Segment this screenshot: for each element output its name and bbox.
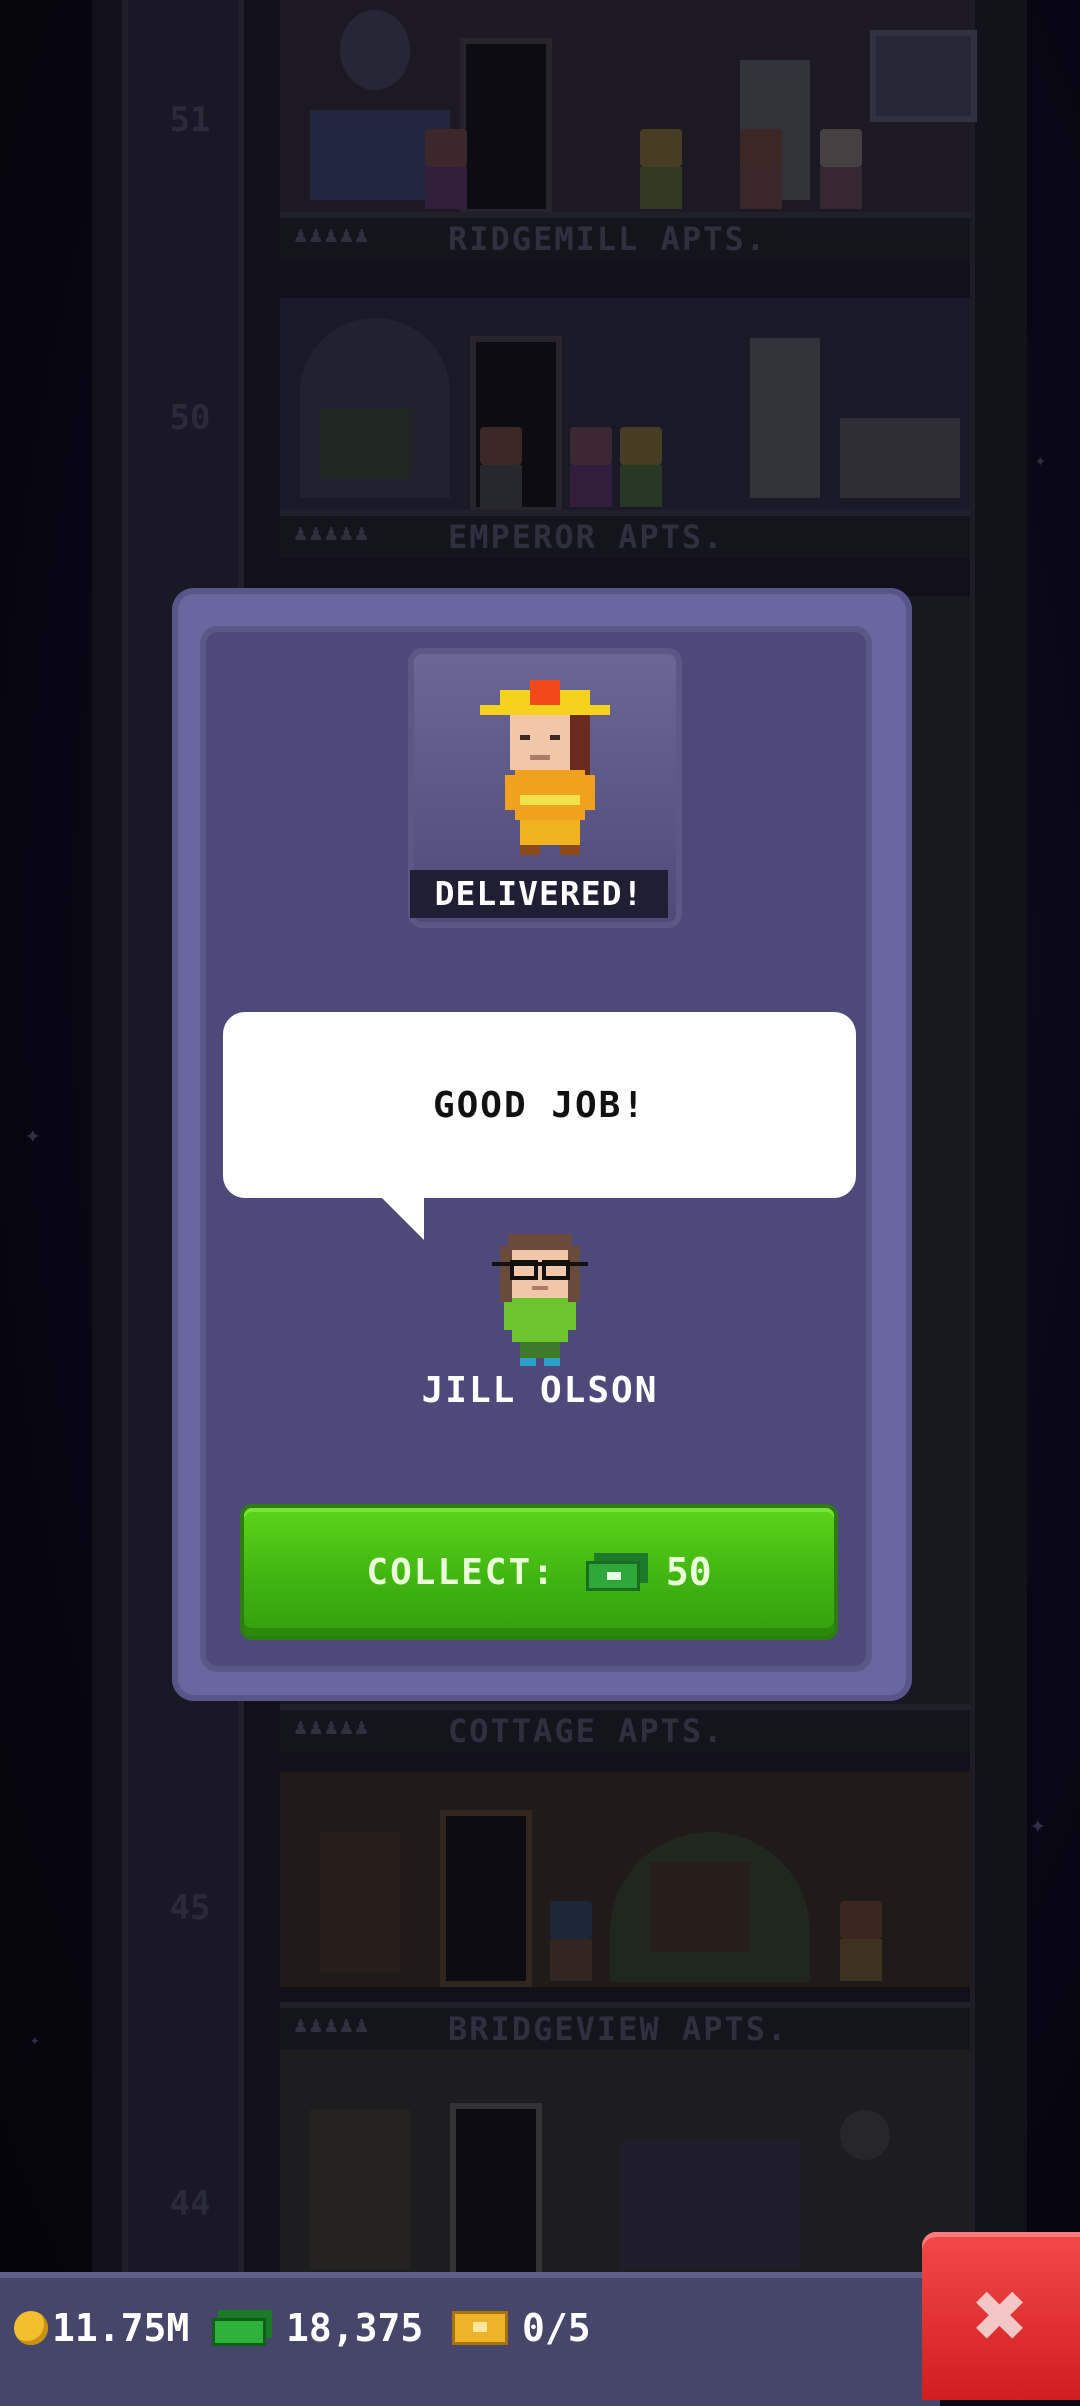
resident-name: JILL OLSON — [421, 1370, 659, 1411]
coins-counter[interactable]: 11.75M — [14, 2306, 189, 2350]
resident-sprite-icon — [492, 1234, 588, 1366]
collect-button[interactable]: COLLECT: 50 — [244, 1508, 834, 1636]
collect-label: COLLECT: — [366, 1551, 556, 1593]
speech-bubble-tail — [380, 1196, 424, 1240]
collect-amount: 50 — [665, 1550, 712, 1594]
bottom-hud: 11.75M 18,375 0/5 — [0, 2272, 940, 2406]
golden-ticket-icon — [452, 2311, 508, 2345]
tickets-value: 0/5 — [522, 2306, 591, 2350]
speech-text: GOOD JOB! — [432, 1084, 647, 1126]
bux-value: 18,375 — [286, 2306, 424, 2350]
tower-bux-icon — [212, 2310, 272, 2346]
tickets-counter[interactable]: 0/5 — [452, 2306, 591, 2350]
firefighter-icon — [480, 680, 610, 855]
tower-bux-icon — [585, 1553, 648, 1591]
delivered-label: DELIVERED! — [410, 870, 668, 918]
close-icon: ✖ — [973, 2262, 1029, 2369]
coin-icon — [14, 2311, 48, 2345]
speech-bubble: GOOD JOB! — [223, 1012, 856, 1198]
coins-value: 11.75M — [52, 2306, 190, 2350]
resident-avatar — [484, 1234, 596, 1378]
close-button[interactable]: ✖ — [922, 2232, 1080, 2400]
bux-counter[interactable]: 18,375 — [212, 2306, 423, 2350]
